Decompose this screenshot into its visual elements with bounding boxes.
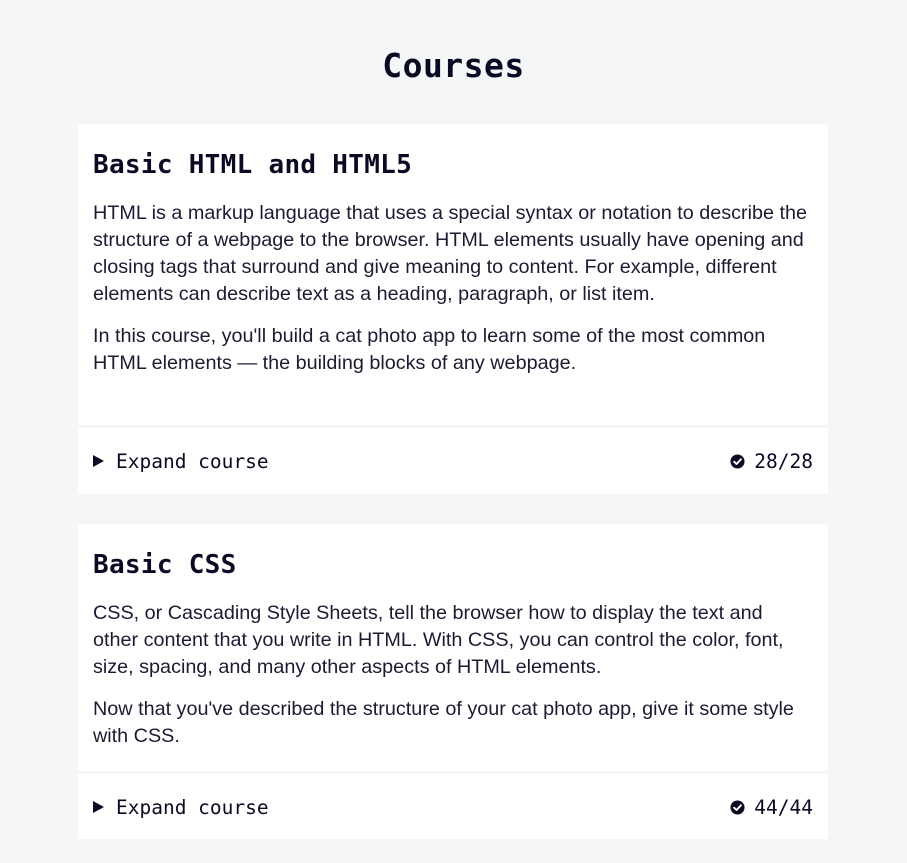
course-title: Basic HTML and HTML5	[93, 150, 413, 180]
expand-course-label: Expand course	[116, 449, 269, 473]
course-title: Basic CSS	[93, 550, 237, 580]
course-progress: 44/44	[730, 796, 813, 819]
page-title: Courses	[382, 46, 525, 85]
triangle-right-icon	[93, 455, 104, 467]
card-divider	[78, 425, 828, 428]
course-header: Basic CSS CSS, or Cascading Style Sheets…	[78, 524, 828, 750]
course-footer: Expand course 44/44	[93, 792, 813, 822]
check-circle-icon	[730, 453, 745, 469]
card-divider	[78, 771, 828, 774]
check-circle-icon	[730, 799, 745, 815]
triangle-right-icon	[93, 801, 104, 813]
course-card-basic-css: Basic CSS CSS, or Cascading Style Sheets…	[78, 524, 828, 839]
course-description: Now that you've described the structure …	[93, 698, 794, 747]
course-progress: 28/28	[730, 450, 813, 473]
course-description: In this course, you'll build a cat photo…	[93, 325, 766, 374]
course-description: CSS, or Cascading Style Sheets, tell the…	[93, 602, 784, 678]
course-description: HTML is a markup language that uses a sp…	[93, 202, 807, 305]
courses-page: Courses Basic HTML and HTML5 HTML is a m…	[0, 0, 907, 863]
expand-course-button[interactable]: Expand course	[93, 450, 269, 473]
progress-count: 28/28	[754, 449, 813, 473]
course-header: Basic HTML and HTML5 HTML is a markup la…	[78, 124, 828, 377]
progress-count: 44/44	[754, 795, 813, 819]
course-footer: Expand course 28/28	[93, 446, 813, 476]
expand-course-label: Expand course	[116, 795, 269, 819]
expand-course-button[interactable]: Expand course	[93, 796, 269, 819]
course-card-basic-html: Basic HTML and HTML5 HTML is a markup la…	[78, 124, 828, 494]
